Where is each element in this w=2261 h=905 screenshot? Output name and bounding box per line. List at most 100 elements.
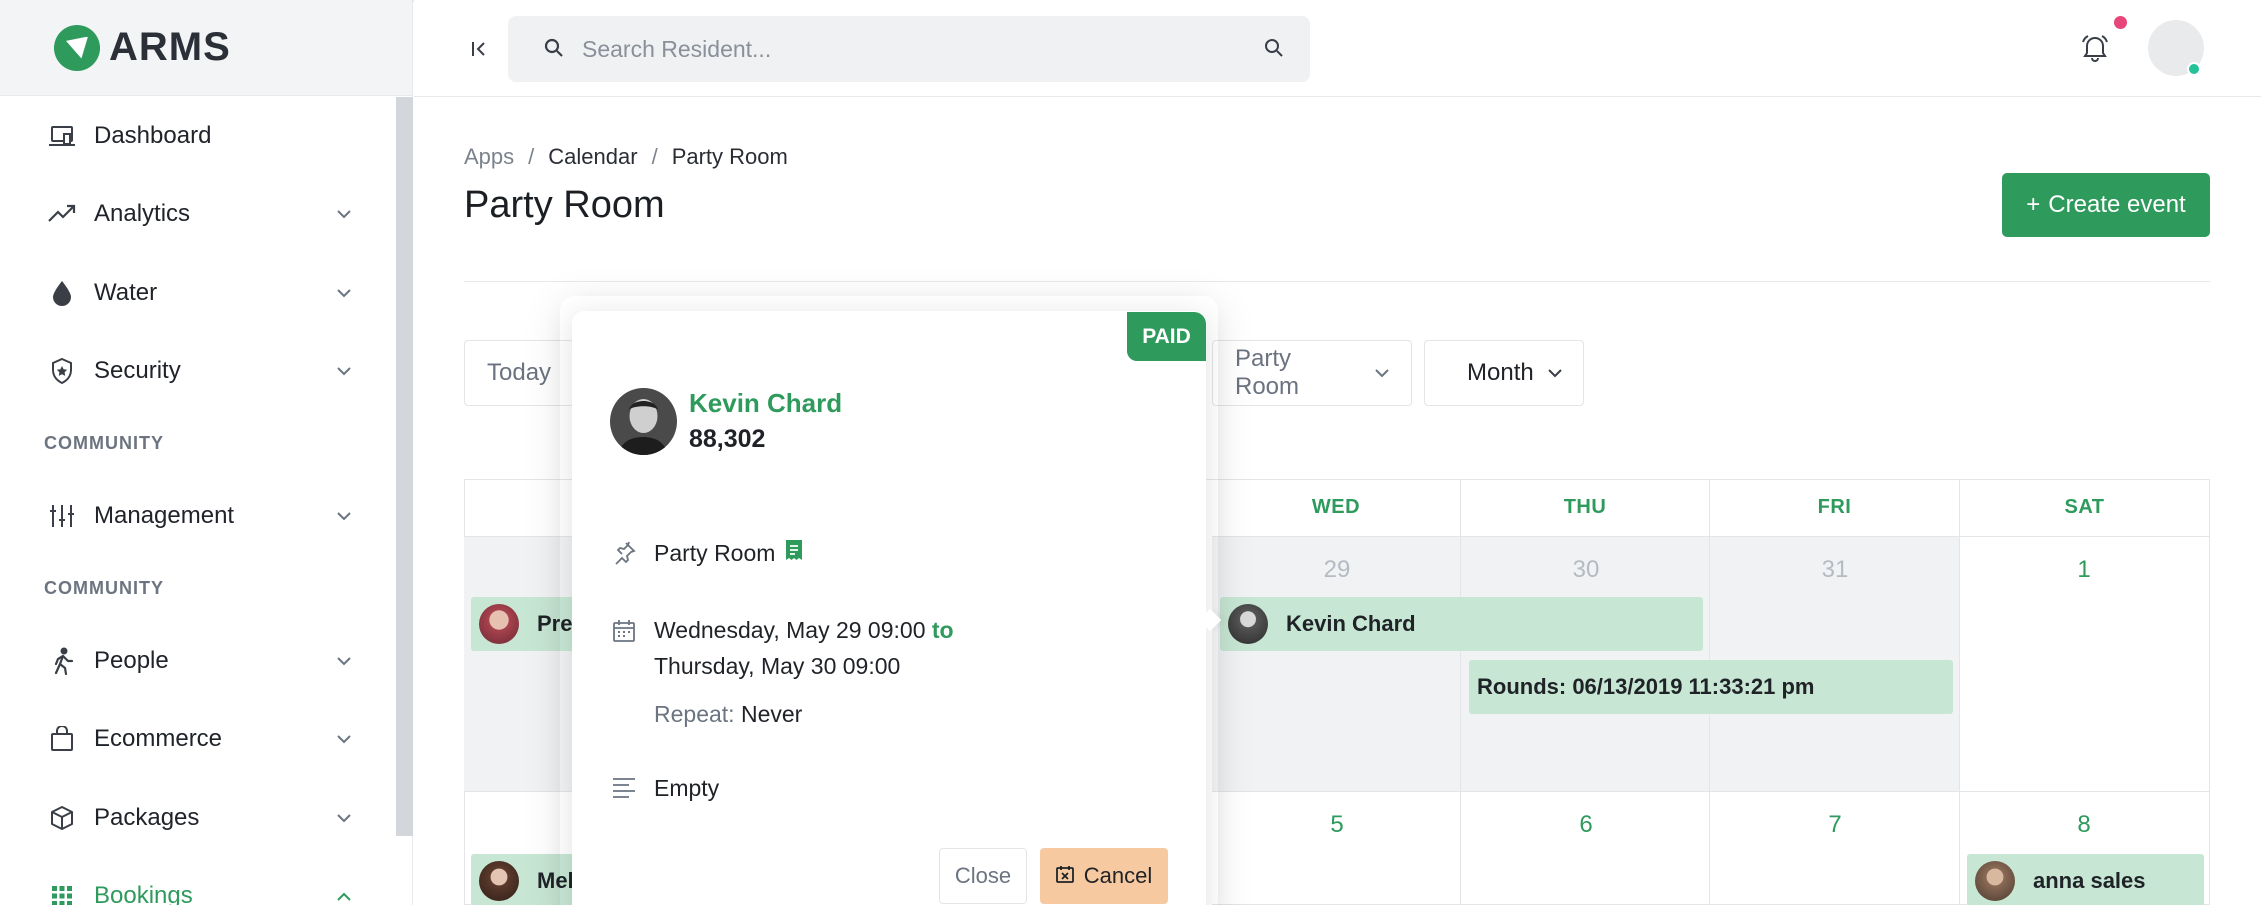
day-number: 1: [2077, 556, 2091, 583]
chevron-up-icon: [334, 886, 354, 905]
view-select-value: Month: [1467, 359, 1534, 386]
sidebar-item-bookings[interactable]: Bookings: [44, 871, 354, 905]
sidebar-item-management[interactable]: Management: [44, 491, 354, 541]
monitor-icon: [44, 122, 80, 150]
view-select[interactable]: Month: [1424, 340, 1584, 406]
repeat-value: Never: [740, 701, 803, 727]
day-number: 7: [1828, 811, 1842, 838]
day-cell[interactable]: [1212, 792, 1461, 905]
calendar-event-kevin-chard[interactable]: Kevin Chard: [1220, 597, 1703, 651]
calendar-event-rounds[interactable]: Rounds: 06/13/2019 11:33:21 pm: [1469, 660, 1953, 714]
sidebar-item-label: Dashboard: [94, 122, 212, 149]
bell-icon[interactable]: [2082, 34, 2108, 67]
chevron-down-icon: [334, 808, 354, 828]
room-name: Party Room: [654, 539, 776, 566]
chevron-down-icon: [334, 204, 354, 224]
breadcrumb-separator: /: [528, 144, 535, 169]
drop-icon: [44, 279, 80, 307]
breadcrumb-apps[interactable]: Apps: [464, 144, 514, 170]
online-status-dot: [2187, 62, 2201, 76]
sidebar-item-label: Analytics: [94, 200, 191, 227]
logo[interactable]: ARMS: [0, 0, 412, 96]
sidebar-item-security[interactable]: Security: [44, 346, 354, 396]
avatar: [479, 861, 519, 901]
sidebar-item-dashboard[interactable]: Dashboard: [44, 111, 354, 161]
avatar: [610, 388, 677, 455]
search-bar[interactable]: [508, 16, 1310, 82]
booking-notes: Empty: [654, 775, 720, 801]
sidebar-item-label: Security: [94, 357, 181, 384]
avatar: [479, 604, 519, 644]
trend-icon: [44, 200, 80, 228]
day-number: 6: [1579, 811, 1593, 838]
notes-icon: [612, 777, 636, 804]
sidebar-item-ecommerce[interactable]: Ecommerce: [44, 714, 354, 764]
chevron-down-icon: [334, 283, 354, 303]
sidebar-item-label: People: [94, 647, 169, 674]
notification-dot: [2114, 16, 2127, 29]
sidebar-item-analytics[interactable]: Analytics: [44, 189, 354, 239]
event-title: Kevin Chard: [1286, 611, 1416, 636]
search-input[interactable]: [582, 35, 1262, 63]
calendar-icon: [612, 619, 636, 648]
paid-badge: PAID: [1127, 312, 1206, 361]
receipt-icon[interactable]: [785, 539, 803, 567]
cancel-booking-button[interactable]: Cancel: [1040, 848, 1168, 904]
sidebar-item-packages[interactable]: Packages: [44, 793, 354, 843]
breadcrumb-separator: /: [651, 144, 658, 169]
calendar-x-icon: [1055, 863, 1074, 889]
day-header-wed: WED: [1212, 479, 1461, 537]
pin-icon: [612, 541, 636, 570]
walking-person-icon: [44, 647, 80, 675]
today-label: Today: [487, 359, 552, 386]
sidebar: ARMS Dashboard Analytics Water Security …: [0, 0, 413, 905]
avatar: [1975, 861, 2015, 901]
event-title: Rounds: 06/13/2019 11:33:21 pm: [1477, 674, 1815, 699]
sidebar-item-label: Ecommerce: [94, 725, 223, 752]
search-submit-icon[interactable]: [1264, 38, 1284, 63]
to-label: to: [931, 617, 954, 643]
shield-icon: [44, 357, 80, 385]
chevron-down-icon: [1547, 368, 1562, 378]
plus-icon: +: [2026, 191, 2041, 218]
today-button[interactable]: Today: [464, 340, 574, 406]
section-label-community: COMMUNITY: [44, 433, 164, 453]
create-event-label: Create event: [2048, 191, 2186, 218]
app-name: ARMS: [109, 25, 231, 69]
breadcrumb: Apps / Calendar / Party Room: [464, 144, 788, 170]
collapse-sidebar-button[interactable]: [464, 34, 494, 64]
booking-end: Thursday, May 30 09:00: [654, 653, 901, 679]
avatar: [1228, 604, 1268, 644]
repeat-label: Repeat:: [654, 701, 735, 727]
search-icon: [544, 38, 564, 63]
resident-name[interactable]: Kevin Chard: [689, 388, 842, 419]
logo-icon: [54, 24, 100, 71]
day-header-sat: SAT: [1960, 479, 2210, 537]
day-cell[interactable]: [1710, 792, 1960, 905]
chevron-down-icon: [334, 506, 354, 526]
calendar-event-anna-sales[interactable]: anna sales: [1967, 854, 2204, 905]
room-select[interactable]: Party Room: [1212, 340, 1412, 406]
chevron-down-icon: [1375, 368, 1389, 378]
breadcrumb-calendar[interactable]: Calendar: [548, 144, 637, 170]
create-event-button[interactable]: + Create event: [2002, 173, 2210, 237]
sidebar-item-people[interactable]: People: [44, 636, 354, 686]
grid-icon: [44, 882, 80, 905]
booking-start: Wednesday, May 29 09:00 to: [654, 617, 954, 644]
day-number: 30: [1572, 556, 1600, 583]
chevron-down-icon: [334, 651, 354, 671]
sidebar-item-water[interactable]: Water: [44, 268, 354, 318]
chevron-down-icon: [334, 361, 354, 381]
resident-id: 88,302: [689, 425, 766, 453]
day-cell[interactable]: [1461, 792, 1710, 905]
box-icon: [44, 804, 80, 832]
cancel-label: Cancel: [1083, 863, 1153, 888]
close-button[interactable]: Close: [939, 848, 1027, 904]
day-number: 31: [1821, 556, 1849, 583]
sidebar-item-label: Water: [94, 279, 158, 306]
booking-repeat: Repeat: Never: [654, 701, 802, 728]
day-number: 29: [1323, 556, 1351, 583]
sidebar-item-label: Bookings: [94, 882, 193, 905]
day-header-fri: FRI: [1710, 479, 1960, 537]
sidebar-scrollbar[interactable]: [396, 97, 413, 836]
